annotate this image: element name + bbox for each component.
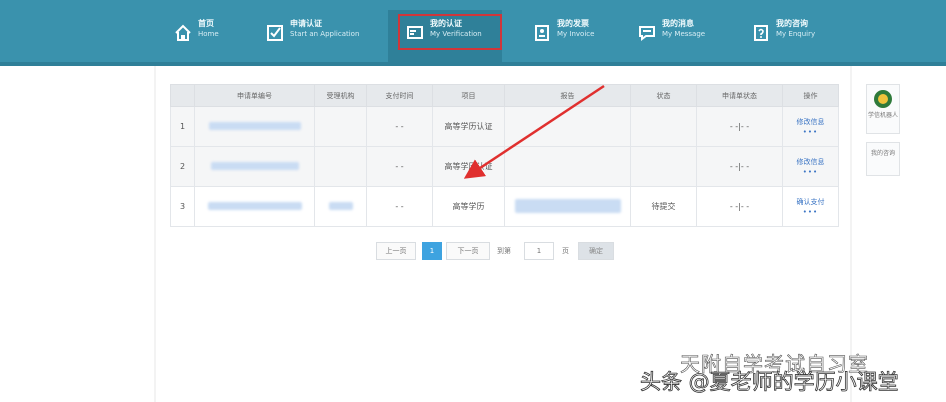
col-index-header — [170, 84, 195, 107]
my-enquiry-card[interactable]: 我的咨询 — [866, 142, 900, 176]
prev-page-button[interactable]: 上一页 — [376, 242, 416, 260]
col-application-number-header: 申请单编号 — [194, 84, 315, 107]
institution-cell — [314, 106, 367, 147]
nav-enquiry-sublabel: My Enquiry — [776, 30, 816, 38]
report-cell — [504, 186, 631, 227]
checkbox-icon — [267, 25, 283, 41]
nav-home-label: 首页 — [198, 19, 214, 28]
home-icon — [175, 24, 191, 41]
action-cell: 修改信息 ••• — [782, 106, 839, 147]
project-cell: 高等学历认证 — [432, 106, 505, 147]
project-cell: 高等学历 — [432, 186, 505, 227]
report-cell — [504, 146, 631, 187]
institution-cell — [314, 146, 367, 187]
enquiry-icon — [754, 25, 768, 41]
redacted-institution — [328, 201, 353, 210]
row-index: 3 — [170, 186, 195, 227]
page-unit-label: 页 — [562, 247, 569, 255]
application-number-cell — [194, 106, 315, 147]
application-status-cell: - -|- - — [696, 146, 783, 187]
page-number-input[interactable]: 1 — [524, 242, 554, 260]
confirm-payment-link[interactable]: 确认支付 — [797, 198, 825, 206]
nav-invoice-label: 我的发票 — [557, 19, 589, 28]
nav-item-my-enquiry[interactable]: 我的咨询 My Enquiry — [752, 18, 815, 58]
row-index: 1 — [170, 106, 195, 147]
col-project-header: 项目 — [432, 84, 505, 107]
applications-table: 申请单编号 受理机构 支付时间 项目 报告 状态 申请单状态 操作 1 - - … — [170, 84, 839, 227]
my-enquiry-card-label: 我的咨询 — [870, 150, 895, 157]
redacted-application-number — [210, 161, 299, 170]
nav-enquiry-label: 我的咨询 — [776, 19, 808, 28]
nav-apply-label: 申请认证 — [290, 19, 322, 28]
col-status-header: 状态 — [630, 84, 697, 107]
col-report-header: 报告 — [504, 84, 631, 107]
institution-cell — [314, 186, 367, 227]
nav-home-sublabel: Home — [198, 30, 219, 38]
invoice-icon — [535, 25, 549, 41]
nav-apply-sublabel: Start an Application — [290, 30, 360, 38]
redacted-application-number — [207, 201, 302, 210]
col-pay-time-header: 支付时间 — [366, 84, 433, 107]
pay-time-cell: - - — [366, 106, 433, 147]
table-header-row: 申请单编号 受理机构 支付时间 项目 报告 状态 申请单状态 操作 — [170, 84, 839, 107]
pay-time-cell: - - — [366, 186, 433, 227]
robot-assistant-label: 学信机器人 — [867, 112, 898, 119]
watermark-author: 头条 @夏老师的学历小课堂 — [640, 370, 899, 395]
more-actions-icon[interactable]: ••• — [783, 167, 838, 177]
nav-message-label: 我的消息 — [662, 19, 694, 28]
col-application-status-header: 申请单状态 — [696, 84, 783, 107]
pay-time-cell: - - — [366, 146, 433, 187]
action-cell: 修改信息 ••• — [782, 146, 839, 187]
application-number-cell — [194, 146, 315, 187]
col-institution-header: 受理机构 — [314, 84, 367, 107]
more-actions-icon[interactable]: ••• — [783, 127, 838, 137]
more-actions-icon[interactable]: ••• — [783, 207, 838, 217]
next-page-button[interactable]: 下一页 — [446, 242, 490, 260]
redacted-report — [514, 198, 621, 213]
row-index: 2 — [170, 146, 195, 187]
action-cell: 确认支付 ••• — [782, 186, 839, 227]
robot-avatar-icon — [874, 90, 892, 108]
status-cell: 待提交 — [630, 186, 697, 227]
nav-item-start-application[interactable]: 申请认证 Start an Application — [266, 18, 359, 58]
modify-info-link[interactable]: 修改信息 — [797, 158, 825, 166]
message-icon — [639, 26, 655, 41]
report-cell — [504, 106, 631, 147]
nav-item-my-invoice[interactable]: 我的发票 My Invoice — [533, 18, 594, 58]
application-status-cell: - -|- - — [696, 186, 783, 227]
goto-label: 到第 — [497, 247, 511, 255]
robot-assistant-card[interactable]: 学信机器人 — [866, 84, 900, 134]
nav-message-sublabel: My Message — [662, 30, 706, 38]
redacted-application-number — [208, 121, 301, 130]
confirm-page-button[interactable]: 确定 — [578, 242, 614, 260]
modify-info-link[interactable]: 修改信息 — [797, 118, 825, 126]
status-cell — [630, 106, 697, 147]
left-panel — [0, 66, 154, 402]
project-cell: 高等学历认证 — [432, 146, 505, 187]
nav-red-highlight-box — [398, 14, 502, 50]
current-page-button[interactable]: 1 — [422, 242, 442, 260]
col-action-header: 操作 — [782, 84, 839, 107]
nav-item-home[interactable]: 首页 Home — [174, 18, 219, 58]
nav-invoice-sublabel: My Invoice — [557, 30, 595, 38]
application-number-cell — [194, 186, 315, 227]
status-cell — [630, 146, 697, 187]
table-row: 2 - - 高等学历认证 - -|- - 修改信息 ••• — [170, 146, 839, 187]
table-row: 1 - - 高等学历认证 - -|- - 修改信息 ••• — [170, 106, 839, 147]
table-row: 3 - - 高等学历 待提交 - -|- - 确认支付 ••• — [170, 186, 839, 227]
nav-item-my-message[interactable]: 我的消息 My Message — [638, 18, 705, 58]
watermark: 天附自学考试自习室 头条 @夏老师的学历小课堂 — [640, 348, 940, 395]
application-status-cell: - -|- - — [696, 106, 783, 147]
